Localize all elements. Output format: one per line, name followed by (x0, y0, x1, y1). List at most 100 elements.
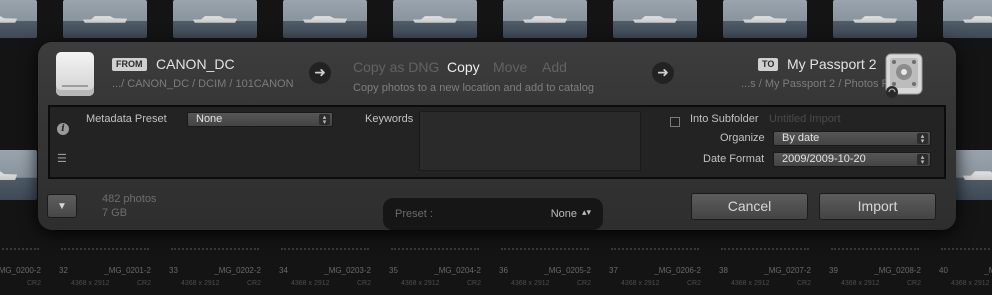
cell-filename: _MG_0200-2 (0, 266, 41, 275)
thumbnail[interactable] (0, 150, 37, 200)
thumbnail-ship (82, 16, 128, 23)
divider (941, 248, 992, 250)
cell-caption: 35 _MG_0204-2 (389, 266, 481, 275)
import-options-panel: i ☰ Metadata Preset None ▴ ▾ Keywords Int… (48, 105, 946, 179)
keywords-input[interactable] (419, 111, 641, 171)
mode-move[interactable]: Move (493, 59, 527, 75)
source-path: .../ CANON_DC / DCIM / 101CANON (112, 78, 294, 90)
divider (171, 248, 259, 250)
date-format-select[interactable]: 2009/2009-10-20 ▴ ▾ (773, 152, 931, 167)
cell-dimensions: 4368 x 2912 (511, 280, 550, 287)
cell-extension: CR2 (686, 280, 701, 287)
import-button[interactable]: Import (819, 193, 936, 220)
mode-add[interactable]: Add (542, 59, 567, 75)
thumbnail-ship (852, 16, 898, 23)
cell-extension: CR2 (136, 280, 151, 287)
cell-filename: _MG_0202-2 (214, 266, 261, 275)
cell-index: 37 (609, 266, 618, 275)
thumbnail-ship (632, 16, 678, 23)
removable-drive-icon (56, 52, 94, 96)
cell-filename: _MG_0208-2 (874, 266, 921, 275)
cell-meta: 4368 x 2912CR2 (389, 280, 481, 287)
thumbnail[interactable] (723, 0, 807, 38)
cell-extension: CR2 (576, 280, 591, 287)
cell-meta: 4368 x 2912 CR2 (829, 280, 921, 287)
metadata-preset-select[interactable]: None ▴ ▾ (187, 112, 333, 127)
spinner-icon: ▴▾ (319, 114, 330, 126)
mode-copy-as-dng[interactable]: Copy as DNG (353, 59, 439, 75)
cell-dimensions: 4368 x 2912 (71, 280, 110, 287)
cell-meta: 4368 x 2912CR2 (0, 280, 41, 287)
cell-caption: 37 _MG_0206-2 (609, 266, 701, 275)
organize-value: By date (782, 132, 820, 144)
thumbnail[interactable] (503, 0, 587, 38)
keywords-label: Keywords (365, 113, 414, 125)
thumbnail-ship (962, 16, 992, 23)
cell-meta: 4368 x 2912 CR2 (169, 280, 261, 287)
thumbnail[interactable] (613, 0, 697, 38)
cell-caption: 39 _MG_0208-2 (829, 266, 921, 275)
cell-dimensions: 4368 x 2912 (291, 280, 330, 287)
cell-extension: CR2 (796, 280, 811, 287)
divider (61, 248, 149, 250)
cell-filename: _MG_0204-2 (434, 266, 481, 275)
cell-extension: CR2 (26, 280, 41, 287)
mode-copy[interactable]: Copy (447, 59, 480, 75)
cell-extension: CR2 (246, 280, 261, 287)
cell-meta: 4368 x 2912CR2 (279, 280, 371, 287)
cell-dimensions: 4368 x 2912 (621, 280, 660, 287)
date-format-label: Date Format (703, 153, 765, 165)
organize-select[interactable]: By date ▴ ▾ (773, 131, 931, 146)
thumbnail-ship (192, 16, 238, 23)
divider (721, 248, 809, 250)
cell-filename: _MG_0206-2 (654, 266, 701, 275)
cell-filename: _MG_0205-2 (544, 266, 591, 275)
thumbnail-ship (0, 16, 18, 23)
cell-index: 32 (59, 266, 68, 275)
divider (611, 248, 699, 250)
to-tag: TO (758, 58, 779, 71)
preset-value[interactable]: None (551, 208, 577, 220)
organize-label: Organize (720, 132, 765, 144)
cell-caption: 34 _MG_0203-2 (279, 266, 371, 275)
thumbnail[interactable] (283, 0, 367, 38)
thumbnail[interactable] (943, 0, 992, 38)
cell-index: 36 (499, 266, 508, 275)
thumbnail-ship (742, 16, 788, 23)
spinner-icon: ▴▾ (917, 154, 928, 166)
thumbnail[interactable] (173, 0, 257, 38)
cell-filename: _MG_0203-2 (324, 266, 371, 275)
cell-caption: _MG_0200-2 (0, 266, 41, 275)
cell-caption: 38 _MG_0207-2 (719, 266, 811, 275)
spinner-icon: ▴▾ (581, 207, 591, 217)
thumbnail[interactable] (833, 0, 917, 38)
into-subfolder-checkbox[interactable] (670, 117, 680, 127)
external-drive-icon (885, 53, 923, 98)
thumbnail[interactable] (63, 0, 147, 38)
thumbnail[interactable] (393, 0, 477, 38)
subfolder-name-field[interactable]: Untitled Import (769, 113, 841, 125)
thumbnail[interactable] (0, 0, 37, 38)
cell-filename: _MG_0209-2 (984, 266, 992, 275)
cell-meta: 4368 x 2912CR2 (939, 280, 992, 287)
expand-dialog-button[interactable]: ▼ (47, 194, 77, 218)
source-name[interactable]: CANON_DC (156, 56, 235, 72)
divider (281, 248, 369, 250)
metadata-preset-value: None (196, 113, 223, 125)
cancel-button[interactable]: Cancel (691, 193, 808, 220)
cell-caption: 33 _MG_0202-2 (169, 266, 261, 275)
import-preset-bar[interactable]: Preset : None ▴▾ (383, 198, 603, 230)
cell-dimensions: 4368 x 2912 (181, 280, 220, 287)
date-format-value: 2009/2009-10-20 (782, 153, 866, 165)
cell-dimensions: 4368 x 2912 (841, 280, 880, 287)
cell-extension: CR2 (906, 280, 921, 287)
arrow-right-icon: ➜ (652, 62, 674, 84)
into-subfolder-label: Into Subfolder (690, 113, 759, 125)
destination-name[interactable]: My Passport 2 (787, 56, 876, 72)
cell-meta: 4368 x 2912 CR2 (499, 280, 591, 287)
metadata-preset-label: Metadata Preset (86, 113, 167, 125)
thumbnail-ship (0, 171, 18, 180)
preset-label: Preset : (395, 208, 433, 220)
cell-meta: 4368 x 2912 CR2 (59, 280, 151, 287)
cell-meta: 4368 x 2912CR2 (719, 280, 811, 287)
